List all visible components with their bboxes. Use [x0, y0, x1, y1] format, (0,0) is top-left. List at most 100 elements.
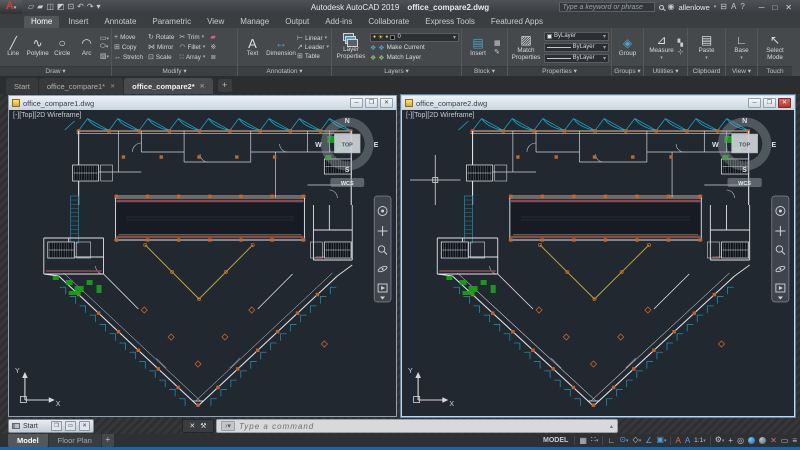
line-button[interactable]: ╱ Line [2, 36, 24, 58]
window-minimize-icon[interactable]: ─ [350, 98, 363, 108]
select-mode-button[interactable]: ↖ Select Mode [761, 33, 789, 62]
customization-menu-icon[interactable]: ≡ [792, 434, 797, 447]
command-expand-icon[interactable]: ▴ [610, 423, 613, 430]
window-restore-icon[interactable]: ❐ [763, 98, 776, 108]
rotate-button[interactable]: ↻Rotate [148, 33, 174, 41]
ribbon-tab-parametric[interactable]: Parametric [145, 16, 198, 28]
mirror-button[interactable]: ⋈Mirror [148, 43, 174, 51]
customize-plus-icon[interactable]: + [728, 434, 733, 447]
dimension-button[interactable]: ↔ Dimension [267, 36, 295, 58]
undo-icon[interactable]: ↶ [77, 0, 84, 14]
base-button[interactable]: ∟ Base▾ [728, 33, 755, 61]
signed-in-user[interactable]: allenlowe [678, 3, 709, 12]
circle-button[interactable]: ○ Circle [51, 36, 73, 58]
drawing-window-titlebar[interactable]: office_compare1.dwg ─ ❐ ✕ [9, 96, 396, 110]
panel-title-block[interactable]: Block ▾ [462, 66, 507, 76]
window-close-icon[interactable]: ✕ [778, 98, 791, 108]
table-button[interactable]: ⊞Table [297, 52, 329, 60]
ribbon-tab-annotate[interactable]: Annotate [97, 16, 143, 28]
model-space-canvas[interactable]: WNESTOPWCSXY [-][Top][2D Wireframe] [9, 110, 396, 416]
ribbon-tab-output[interactable]: Output [278, 16, 316, 28]
new-icon[interactable]: ▱ [28, 0, 34, 14]
command-close-icon[interactable]: ✕ [189, 422, 195, 430]
qat-customize-caret-icon[interactable]: ▾ [97, 0, 101, 14]
window-minimize-icon[interactable]: ─ [748, 98, 761, 108]
file-tab-office-compare1[interactable]: office_compare1*✕ [39, 78, 123, 94]
edit-attributes-icon[interactable]: ✎ [494, 48, 501, 56]
grid-display-icon[interactable]: ▦ [579, 434, 587, 447]
close-tab-icon[interactable]: ✕ [200, 83, 205, 90]
annotation-scale-button[interactable]: 1:1▾ [694, 434, 706, 448]
workspace-switching-icon[interactable]: ⚙▾ [715, 433, 725, 448]
drawing-window-titlebar[interactable]: office_compare2.dwg ─ ❐ ✕ [402, 96, 794, 110]
ribbon-tab-addins[interactable]: Add-ins [318, 16, 359, 28]
annotation-monitor-icon[interactable]: ✕ [770, 434, 777, 447]
annotation-autoscale-icon[interactable]: A [685, 434, 690, 447]
viewcube-top-label[interactable]: TOP [342, 142, 353, 148]
stretch-button[interactable]: ↔Stretch [114, 53, 143, 61]
app-menu-button[interactable]: A▾ [0, 0, 22, 14]
floor-plan-drawing[interactable]: WNESTOPWCSXY [402, 110, 794, 416]
explode-icon[interactable]: ※ [210, 43, 216, 51]
point-icon[interactable]: ⊹ [678, 48, 684, 56]
linear-button[interactable]: ⊢Linear▾ [297, 34, 329, 42]
redo-icon[interactable]: ↷ [87, 0, 94, 14]
erase-icon[interactable]: ▰ [210, 33, 216, 41]
start-restore-icon[interactable]: ❐ [51, 421, 62, 431]
paste-button[interactable]: ▤ Paste▾ [693, 33, 721, 61]
polar-tracking-icon[interactable]: ⊙▾ [619, 433, 628, 448]
user-caret-icon[interactable]: ▾ [714, 0, 717, 14]
search-icon[interactable] [659, 5, 664, 10]
help-icon[interactable]: ? [740, 0, 744, 14]
trim-button[interactable]: ✂Trim▾ [179, 33, 205, 41]
window-restore-icon[interactable]: ❐ [365, 98, 378, 108]
file-tab-start[interactable]: Start [6, 78, 38, 94]
model-space-canvas[interactable]: WNESTOPWCSXY [-][Top][2D Wireframe] [402, 110, 794, 416]
measure-button[interactable]: ⊿ Measure▾ [648, 33, 676, 61]
viewcube-east[interactable]: E [771, 142, 776, 149]
minimize-app-icon[interactable]: ─ [759, 3, 765, 12]
viewcube-north[interactable]: N [742, 118, 747, 125]
annotation-visibility-icon[interactable]: A [675, 434, 680, 447]
file-tab-office-compare2[interactable]: office_compare2*✕ [124, 78, 213, 94]
close-tab-icon[interactable]: ✕ [110, 83, 115, 90]
command-recent-icon[interactable]: ›▾ [221, 421, 235, 431]
viewcube-east[interactable]: E [374, 142, 379, 149]
ribbon-tab-home[interactable]: Home [24, 16, 59, 28]
model-space-toggle[interactable]: MODEL [543, 437, 568, 444]
clean-screen-icon[interactable]: ▭ [781, 434, 789, 447]
maximize-app-icon[interactable]: □ [772, 3, 777, 12]
autodesk-a-icon[interactable]: A [731, 0, 736, 14]
panel-title-annotation[interactable]: Annotation ▾ [238, 66, 331, 76]
ribbon-tab-manage[interactable]: Manage [233, 16, 276, 28]
new-layout-button[interactable]: + [102, 434, 114, 447]
text-button[interactable]: A Text [240, 36, 265, 58]
viewcube-wcs-label[interactable]: WCS [341, 181, 354, 187]
save-as-icon[interactable]: ◩ [57, 0, 65, 14]
group-button[interactable]: ◈ Group [614, 36, 641, 58]
drawing-window-office-compare1[interactable]: office_compare1.dwg ─ ❐ ✕ WNESTOPWCSXY [… [8, 95, 397, 417]
ellipse-tool-icon[interactable]: ⬭▾ [100, 43, 109, 51]
scale-button[interactable]: ⊡Scale [148, 53, 174, 61]
isolate-objects-icon[interactable]: ◎ [737, 434, 744, 447]
make-current-button[interactable]: ❖❖Make Current [370, 44, 459, 52]
ribbon-tab-insert[interactable]: Insert [61, 16, 95, 28]
ortho-mode-icon[interactable]: ∟ [607, 434, 615, 447]
lineweight-select[interactable]: ByLayer▾ [544, 43, 609, 52]
viewcube-south[interactable]: S [742, 167, 747, 174]
create-block-icon[interactable]: ▦ [494, 39, 501, 47]
graphics-performance-icon[interactable] [748, 437, 755, 444]
viewcube-south[interactable]: S [345, 167, 350, 174]
snap-mode-icon[interactable]: ∷▾ [591, 433, 599, 448]
copy-button[interactable]: ⊞Copy [114, 43, 143, 51]
start-close-icon[interactable]: ✕ [79, 421, 90, 431]
command-line-input[interactable]: ›▾ Type a command ▴ [216, 419, 618, 433]
save-icon[interactable]: ◫ [46, 0, 54, 14]
open-icon[interactable]: ▰ [37, 0, 43, 14]
panel-title-layers[interactable]: Layers ▾ [332, 66, 461, 76]
start-maximize-icon[interactable]: ▭ [65, 421, 76, 431]
viewcube-wcs-label[interactable]: WCS [738, 181, 751, 187]
close-app-icon[interactable]: ✕ [785, 3, 792, 12]
drawing-window-office-compare2[interactable]: office_compare2.dwg ─ ❐ ✕ WNESTOPWCSXY [… [401, 95, 795, 417]
new-drawing-tab-button[interactable]: + [218, 79, 232, 92]
